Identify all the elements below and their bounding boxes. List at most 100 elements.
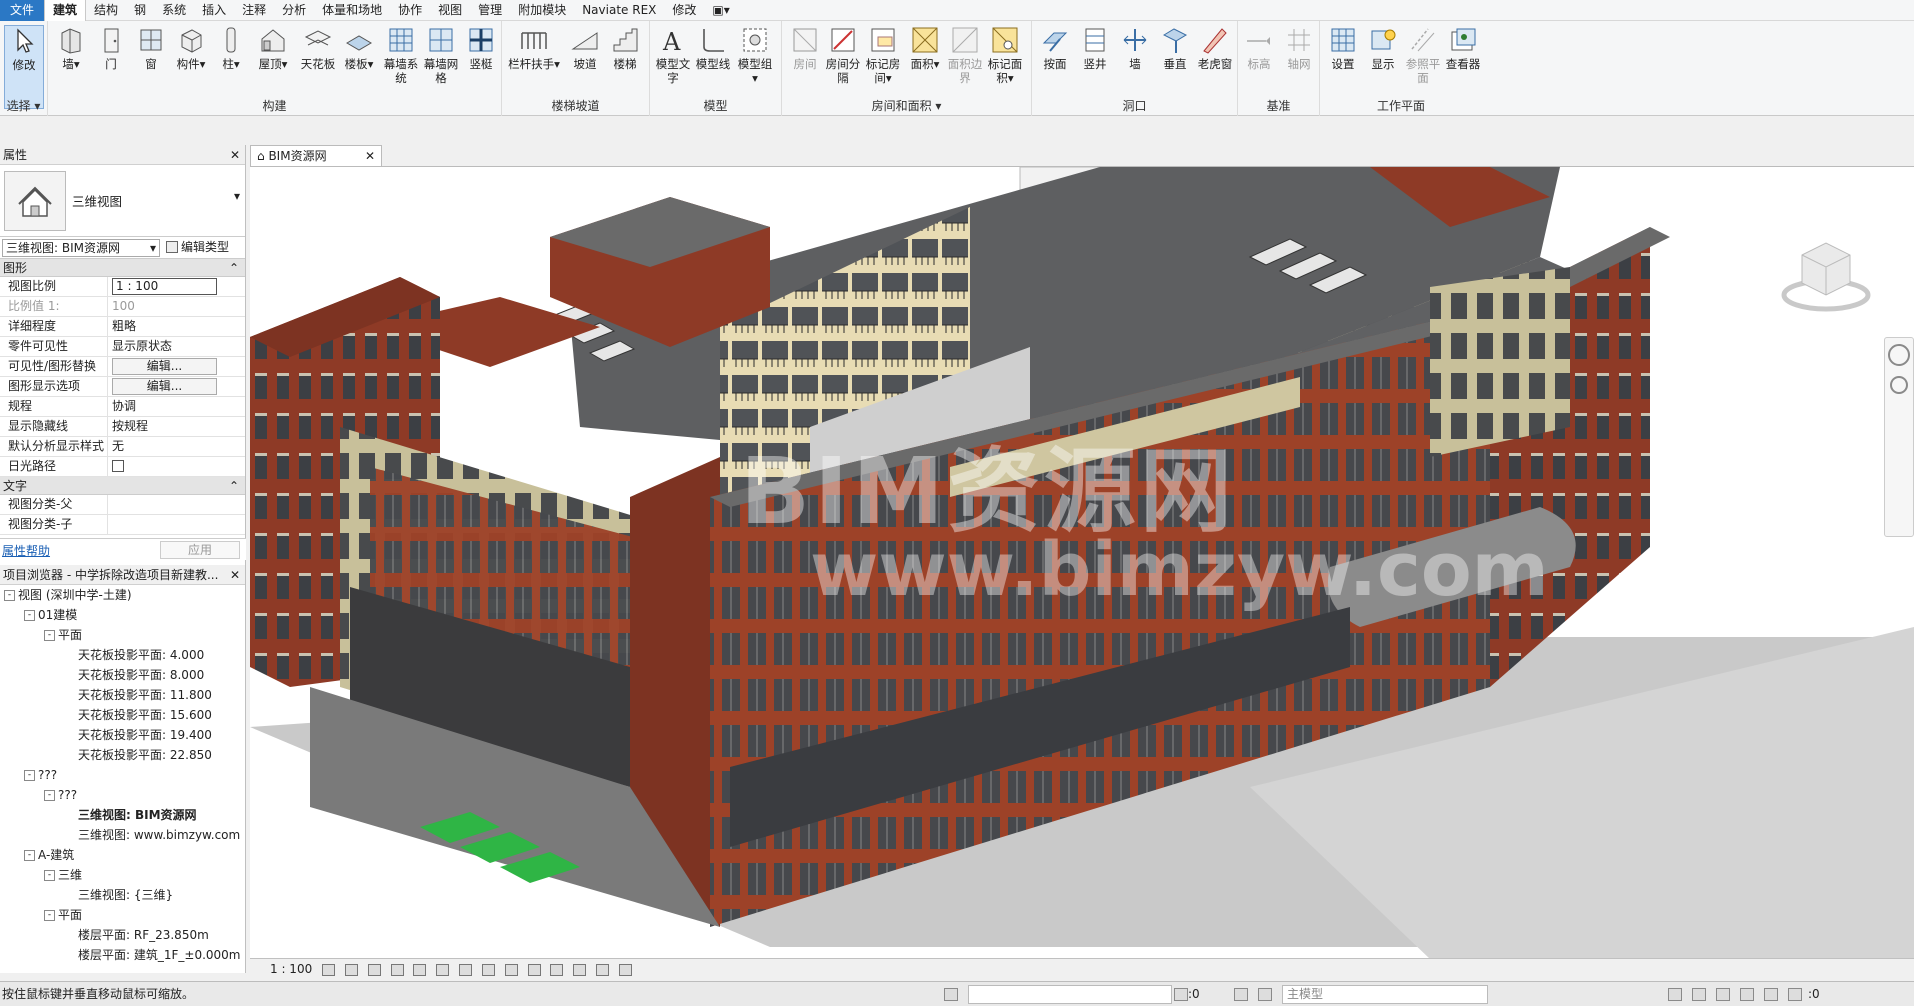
- select-pinned-icon[interactable]: [1716, 988, 1730, 1001]
- editable-only-icon[interactable]: [1258, 988, 1272, 1001]
- tree-toggle-icon[interactable]: -: [24, 770, 35, 781]
- browser-tree-item[interactable]: -???: [0, 765, 245, 785]
- design-options-icon[interactable]: [1234, 988, 1248, 1001]
- viewer-button[interactable]: 查看器: [1444, 25, 1482, 71]
- browser-tree-item[interactable]: -01建模: [0, 605, 245, 625]
- prop-row[interactable]: 显示隐藏线 按规程: [0, 417, 245, 437]
- steering-wheel-icon[interactable]: [1888, 344, 1910, 366]
- lock-view-icon[interactable]: [481, 963, 495, 976]
- tab-structure[interactable]: 结构: [86, 0, 126, 21]
- prop-row[interactable]: 视图分类-父: [0, 495, 245, 515]
- prop-row[interactable]: 规程 协调: [0, 397, 245, 417]
- workset-dropdown[interactable]: [968, 985, 1172, 1004]
- chevron-down-icon[interactable]: ▾: [234, 189, 240, 203]
- tag-room-button[interactable]: 标记房间▾: [864, 25, 902, 85]
- tab-architecture[interactable]: 建筑: [44, 0, 87, 21]
- tab-annotate[interactable]: 注释: [234, 0, 274, 21]
- grid-button[interactable]: 轴网: [1280, 25, 1318, 71]
- ref-plane-button[interactable]: 参照平面: [1404, 25, 1442, 85]
- graphic-display-edit-button[interactable]: 编辑...: [112, 378, 217, 395]
- set-workplane-button[interactable]: 设置: [1324, 25, 1362, 71]
- browser-tree-item[interactable]: - 视图 (深圳中学-土建): [0, 585, 245, 605]
- group-label-room[interactable]: 房间和面积 ▾: [782, 97, 1031, 114]
- worksharing-icon[interactable]: [550, 963, 564, 976]
- model-line-button[interactable]: 模型线: [694, 25, 732, 71]
- workset-icon[interactable]: [944, 988, 958, 1001]
- detail-level-icon[interactable]: [322, 963, 336, 976]
- close-tab-icon[interactable]: ✕: [365, 146, 375, 166]
- browser-tree-item[interactable]: 天花板投影平面: 15.600: [0, 705, 245, 725]
- edit-type-button[interactable]: 编辑类型: [166, 239, 229, 255]
- tab-addins[interactable]: 附加模块: [510, 0, 574, 21]
- mullion-button[interactable]: 竖梃: [462, 25, 500, 71]
- view-tab[interactable]: ⌂ BIM资源网 ✕: [250, 145, 382, 167]
- browser-tree-item[interactable]: 天花板投影平面: 11.800: [0, 685, 245, 705]
- prop-row[interactable]: 详细程度 粗略: [0, 317, 245, 337]
- browser-tree-item[interactable]: 天花板投影平面: 19.400: [0, 725, 245, 745]
- show-crop-icon[interactable]: [459, 963, 473, 976]
- ribbon-toggle-icon[interactable]: ▣▾: [704, 0, 737, 21]
- floor-button[interactable]: 楼板▾: [340, 25, 378, 71]
- tree-toggle-icon[interactable]: -: [44, 910, 55, 921]
- railing-button[interactable]: 栏杆扶手▾: [506, 25, 562, 71]
- highlight-icon[interactable]: [595, 963, 609, 976]
- tag-area-button[interactable]: 标记面积▾: [986, 25, 1024, 85]
- prop-row[interactable]: 视图分类-子: [0, 515, 245, 535]
- by-face-button[interactable]: 按面: [1036, 25, 1074, 71]
- zoom-icon[interactable]: [1890, 376, 1908, 394]
- render-icon[interactable]: [413, 963, 427, 976]
- curtain-grid-button[interactable]: 幕墙网格: [422, 25, 460, 85]
- column-button[interactable]: 柱▾: [212, 25, 250, 71]
- tab-analyze[interactable]: 分析: [274, 0, 314, 21]
- tab-naviate[interactable]: Naviate REX: [574, 0, 664, 21]
- browser-tree-item[interactable]: -???: [0, 785, 245, 805]
- vertical-opening-button[interactable]: 垂直: [1156, 25, 1194, 71]
- browser-tree-item[interactable]: 楼层平面: 建筑_1F_±0.000m: [0, 945, 245, 965]
- view-selector-dropdown[interactable]: 三维视图: BIM资源网 ▾: [2, 239, 160, 257]
- section-graphics[interactable]: 图形 ⌃: [0, 259, 245, 277]
- tab-steel[interactable]: 钢: [126, 0, 154, 21]
- tab-file[interactable]: 文件: [0, 0, 45, 21]
- browser-tree-item[interactable]: - 三维: [0, 865, 245, 885]
- window-button[interactable]: 窗: [132, 25, 170, 71]
- browser-tree-item[interactable]: 三维视图: {三维}: [0, 885, 245, 905]
- browser-tree-item[interactable]: 楼层平面: RF_23.850m: [0, 925, 245, 945]
- vg-edit-button[interactable]: 编辑...: [112, 358, 217, 375]
- section-text[interactable]: 文字 ⌃: [0, 477, 245, 495]
- group-label-select[interactable]: 选择 ▾: [0, 97, 47, 114]
- area-button[interactable]: 面积▾: [906, 25, 944, 71]
- tab-massing[interactable]: 体量和场地: [314, 0, 390, 21]
- room-button[interactable]: 房间: [786, 25, 824, 71]
- design-option-dropdown[interactable]: 主模型: [1282, 985, 1488, 1004]
- prop-row[interactable]: 默认分析显示样式无: [0, 437, 245, 457]
- wall-button[interactable]: 墙▾: [52, 25, 90, 71]
- temp-hide-icon[interactable]: [504, 963, 518, 976]
- tree-toggle-icon[interactable]: -: [44, 630, 55, 641]
- tab-insert[interactable]: 插入: [194, 0, 234, 21]
- analytical-model-icon[interactable]: [573, 963, 587, 976]
- select-links-icon[interactable]: [1668, 988, 1682, 1001]
- tab-view[interactable]: 视图: [430, 0, 470, 21]
- tree-toggle-icon[interactable]: -: [24, 850, 35, 861]
- browser-tree-item[interactable]: 天花板投影平面: 8.000: [0, 665, 245, 685]
- roof-button[interactable]: 屋顶▾: [254, 25, 292, 71]
- level-button[interactable]: 标高: [1240, 25, 1278, 71]
- sun-path-icon[interactable]: [367, 963, 381, 976]
- tab-modify[interactable]: 修改: [664, 0, 704, 21]
- navigation-bar[interactable]: [1884, 337, 1914, 537]
- view-cube[interactable]: [1780, 229, 1872, 321]
- tree-toggle-icon[interactable]: -: [44, 870, 55, 881]
- ramp-button[interactable]: 坡道: [566, 25, 604, 71]
- component-button[interactable]: 构件▾: [172, 25, 210, 71]
- ceiling-button[interactable]: 天花板: [296, 25, 340, 71]
- tree-toggle-icon[interactable]: -: [4, 590, 15, 601]
- tree-toggle-icon[interactable]: -: [24, 610, 35, 621]
- curtain-system-button[interactable]: 幕墙系统: [382, 25, 420, 85]
- model-text-button[interactable]: A 模型文字: [654, 25, 692, 85]
- view-scale-label[interactable]: 1 : 100: [270, 962, 312, 976]
- filter-icon[interactable]: [1174, 988, 1188, 1001]
- browser-tree-item[interactable]: 天花板投影平面: 4.000: [0, 645, 245, 665]
- shadows-icon[interactable]: [390, 963, 404, 976]
- browser-tree-item[interactable]: - A-建筑: [0, 845, 245, 865]
- constraints-icon[interactable]: [618, 963, 632, 976]
